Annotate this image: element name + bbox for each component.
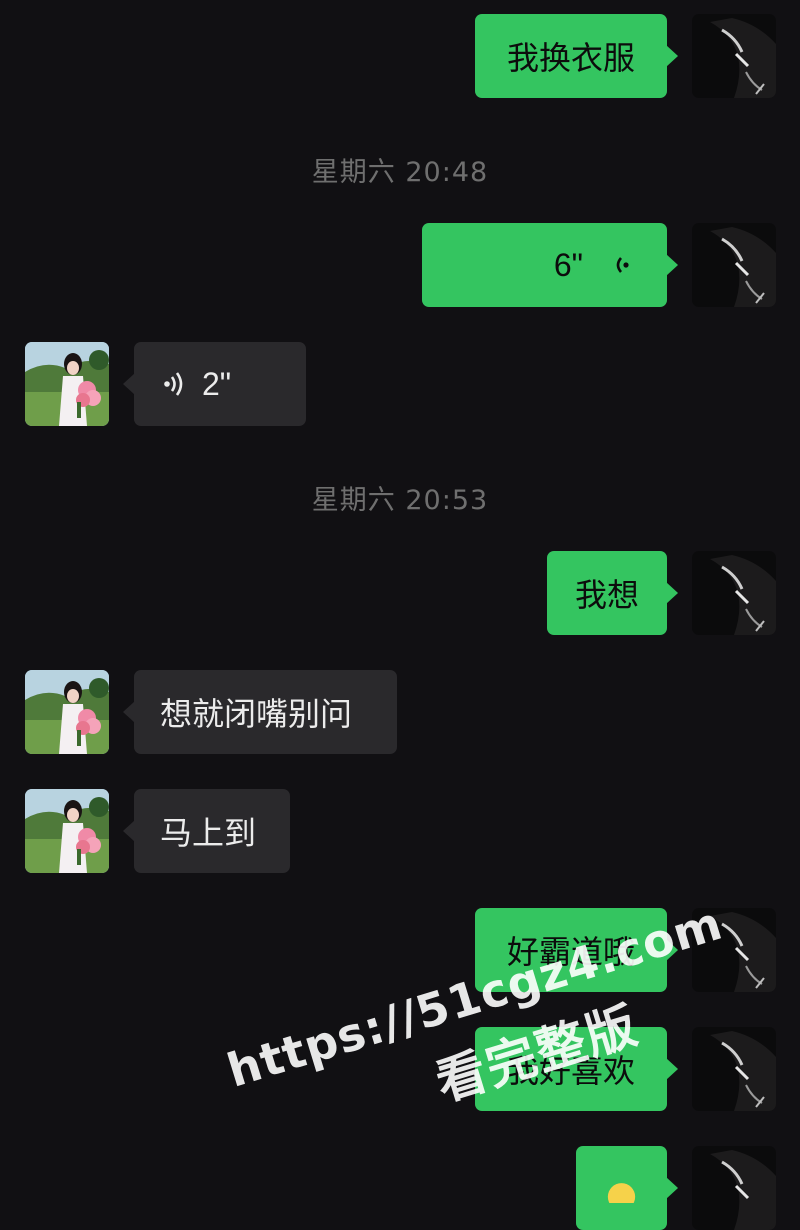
my-avatar[interactable] [692,1027,776,1111]
message-text: 我好喜欢 [506,1052,635,1090]
dark-portrait-avatar-image [692,551,776,635]
contact-avatar[interactable] [25,789,109,873]
incoming-text-bubble[interactable]: 马上到 [123,789,290,873]
emoji-icon [607,1183,636,1203]
voice-wave-icon [164,372,183,396]
girl-with-flowers-avatar-image [25,670,109,754]
contact-avatar[interactable] [25,342,109,426]
outgoing-voice-bubble[interactable]: 6" [422,223,678,307]
my-avatar[interactable] [692,551,776,635]
message-text: 我想 [574,576,639,614]
my-avatar[interactable] [692,223,776,307]
message-text: 马上到 [160,814,257,852]
outgoing-sticker-bubble[interactable] [576,1146,678,1230]
dark-portrait-avatar-image [692,14,776,98]
girl-with-flowers-avatar-image [25,789,109,873]
dark-portrait-avatar-image [692,1146,776,1230]
dark-portrait-avatar-image [692,223,776,307]
voice-duration: 6" [553,246,583,283]
message-text: 好霸道哦 [506,933,635,971]
my-avatar[interactable] [692,14,776,98]
outgoing-text-bubble[interactable]: 我换衣服 [475,14,678,98]
chat-conversation: 我换衣服 星期六 20:48 6" 2" 星期六 20:53 我想 想就闭嘴别问… [0,0,800,1230]
voice-wave-icon [616,257,629,273]
girl-with-flowers-avatar-image [25,342,109,426]
dark-portrait-avatar-image [692,1027,776,1111]
message-text: 想就闭嘴别问 [160,695,353,733]
voice-duration: 2" [202,365,232,402]
outgoing-text-bubble[interactable]: 我好喜欢 [475,1027,678,1111]
chat-timestamp: 星期六 20:53 [311,485,489,516]
message-text: 我换衣服 [506,39,635,77]
outgoing-text-bubble[interactable]: 我想 [547,551,678,635]
my-avatar[interactable] [692,908,776,992]
outgoing-text-bubble[interactable]: 好霸道哦 [475,908,678,992]
incoming-voice-bubble[interactable]: 2" [123,342,306,426]
dark-portrait-avatar-image [692,908,776,992]
my-avatar[interactable] [692,1146,776,1230]
chat-timestamp: 星期六 20:48 [311,157,489,188]
incoming-text-bubble[interactable]: 想就闭嘴别问 [123,670,397,754]
contact-avatar[interactable] [25,670,109,754]
